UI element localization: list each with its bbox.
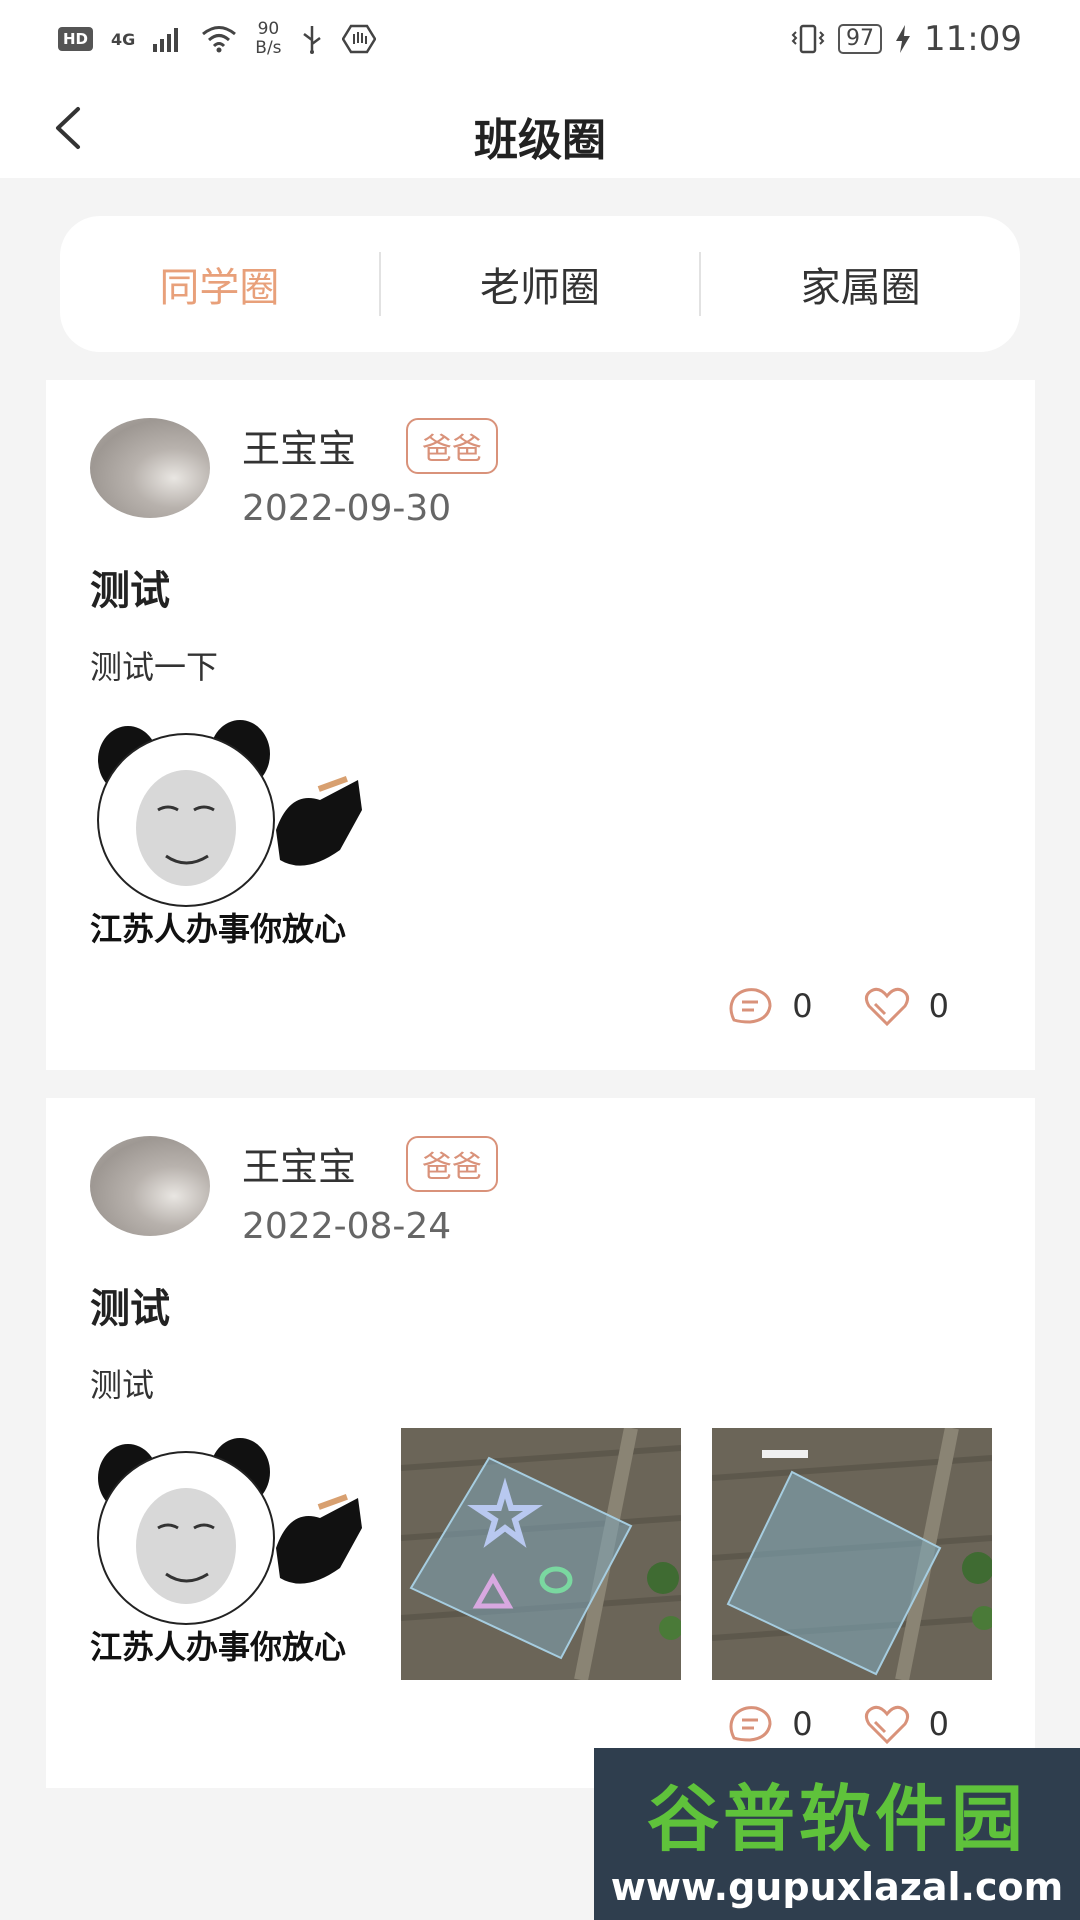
battery-indicator: 97 [838,24,883,54]
post-body: 测试 [90,1366,155,1404]
author-name: 王宝宝 [242,427,357,471]
signal-icon [153,28,179,52]
comment-count: 0 [792,987,813,1025]
panda-meme-graphic [97,1438,362,1625]
avatar[interactable] [90,418,210,518]
like-count: 0 [928,987,949,1025]
net-speed: 90 B/s [255,19,282,58]
circle-tabs: 同学圈 老师圈 家属圈 [60,216,1020,352]
post-body: 测试一下 [90,648,219,686]
meme-caption: 江苏人办事你放心 [90,1628,347,1666]
clock: 11:09 [924,19,1022,59]
comment-icon[interactable] [726,1704,774,1744]
panda-meme-graphic [97,720,362,907]
role-badge: 爸爸 [406,1136,498,1192]
tab-classmates[interactable]: 同学圈 [60,255,379,313]
charging-icon [896,25,911,53]
vibrate-icon [791,24,825,54]
watermark-name: 谷普软件园 [646,1776,1027,1861]
aerial-map-graphic [401,1428,681,1680]
like-heart-icon[interactable] [863,1704,911,1744]
usb-icon [302,26,321,54]
tab-family[interactable]: 家属圈 [701,255,1020,313]
aerial-map-graphic [712,1428,992,1680]
post-stats: 0 0 [726,1704,949,1744]
post-images: 江苏人办事你放心 [90,710,370,962]
aerial-image-field[interactable] [712,1428,992,1680]
hd-badge: HD [58,27,94,51]
watermark-url: www.gupuxlazal.com [610,1864,1064,1909]
meme-image[interactable]: 江苏人办事你放心 [90,1428,370,1680]
avatar[interactable] [90,1136,210,1236]
network-label: 4G [111,29,136,49]
like-count: 0 [928,1705,949,1743]
post-images: 江苏人办事你放心 [90,1428,992,1680]
page-title: 班级圈 [474,115,606,166]
comment-count: 0 [792,1705,813,1743]
like-heart-icon[interactable] [863,986,911,1026]
tab-teachers[interactable]: 老师圈 [381,255,700,313]
meme-image[interactable]: 江苏人办事你放心 [90,710,370,962]
wifi-icon [202,26,237,53]
post-title: 测试 [90,568,170,614]
author-name: 王宝宝 [242,1145,357,1189]
post-card[interactable]: 王宝宝 爸爸 2022-09-30 测试 测试一下 江苏人办事你放心 0 0 [46,380,1035,1070]
meme-caption: 江苏人办事你放心 [90,910,347,948]
aerial-image-shapes[interactable] [401,1428,681,1680]
comment-icon[interactable] [726,986,774,1026]
post-title: 测试 [90,1286,170,1332]
header: 班级圈 [0,78,1080,178]
post-stats: 0 0 [726,986,949,1026]
post-date: 2022-09-30 [242,488,452,529]
status-bar: HD 4G 90 B/s 97 11:09 [0,0,1080,78]
hand-icon [341,24,376,54]
post-card[interactable]: 王宝宝 爸爸 2022-08-24 测试 测试 江苏人办事你放心 0 0 [46,1098,1035,1788]
post-date: 2022-08-24 [242,1206,452,1247]
watermark-logo: 谷普软件园 www.gupuxlazal.com [594,1748,1080,1920]
role-badge: 爸爸 [406,418,498,474]
